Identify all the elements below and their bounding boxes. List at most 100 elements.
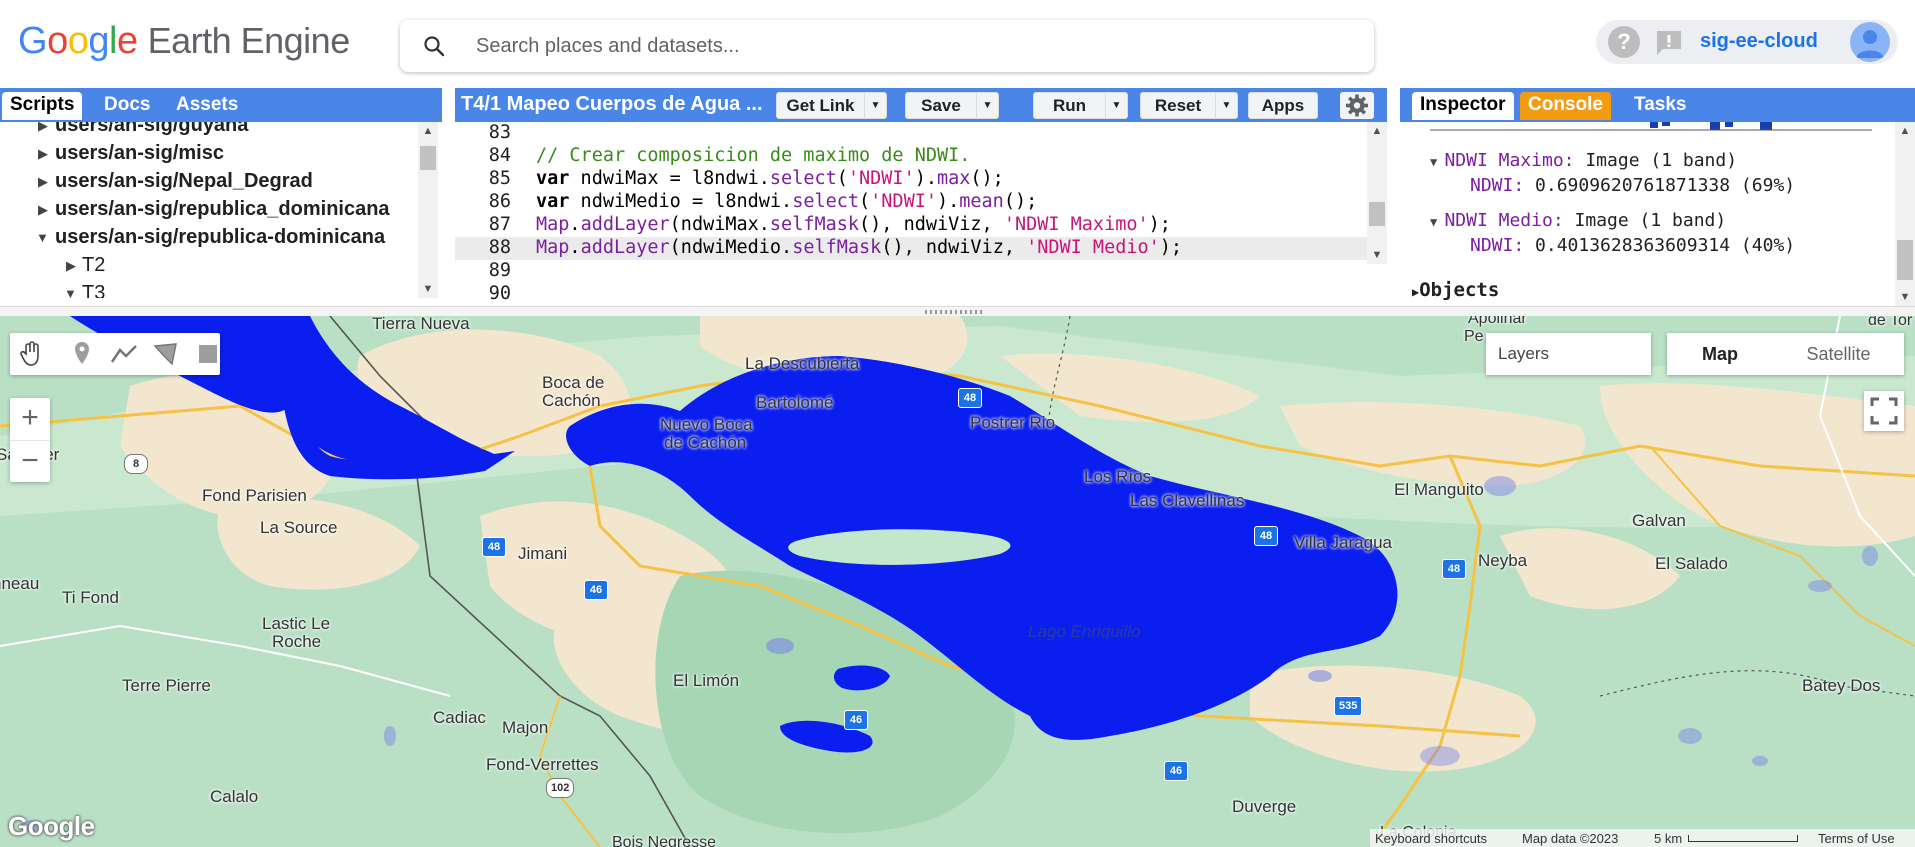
panel-splitter[interactable] <box>0 306 1915 316</box>
line-tool-icon[interactable] <box>108 338 140 370</box>
chevron-down-icon[interactable]: ▼ <box>1430 215 1444 229</box>
tab-assets[interactable]: Assets <box>168 92 246 120</box>
earth-engine-logo[interactable]: Google Earth Engine <box>18 20 350 63</box>
chevron-down-icon[interactable]: ▼ <box>864 93 886 118</box>
tab-console[interactable]: Console <box>1520 92 1611 120</box>
map-view[interactable]: Tierra Nueva La Descubierta Boca de Cach… <box>0 316 1915 847</box>
tab-tasks[interactable]: Tasks <box>1626 92 1694 120</box>
account-avatar[interactable] <box>1850 22 1890 62</box>
feedback-icon[interactable] <box>1654 28 1684 56</box>
place-label: Lastic Le <box>262 614 331 633</box>
chevron-down-icon[interactable]: ▼ <box>1430 155 1444 169</box>
chevron-down-icon[interactable]: ▼ <box>1215 93 1237 118</box>
save-button[interactable]: Save ▼ <box>905 92 999 119</box>
place-label: Calalo <box>210 787 259 806</box>
terms-of-use-link[interactable]: Terms of Use <box>1818 831 1895 846</box>
code-area[interactable]: 83 84 // Crear composicion de maximo de N… <box>455 122 1367 306</box>
code-line[interactable]: 83 <box>455 122 1367 145</box>
run-button[interactable]: Run ▼ <box>1033 92 1128 119</box>
tree-item-user[interactable]: ▶ users/an-sig/guyana <box>0 122 418 140</box>
map-type-satellite-button[interactable]: Satellite <box>1773 333 1904 375</box>
highway-shield: 102 <box>546 778 575 798</box>
scroll-down-arrow-icon[interactable]: ▼ <box>1367 246 1387 264</box>
zoom-out-button[interactable]: − <box>10 440 50 482</box>
drag-handle-icon[interactable] <box>925 310 985 314</box>
scroll-down-arrow-icon[interactable]: ▼ <box>1895 288 1915 306</box>
line-number: 88 <box>488 237 511 258</box>
editor-vertical-scrollbar[interactable]: ▲ ▼ <box>1367 122 1387 264</box>
chevron-down-icon[interactable]: ▼ <box>976 93 998 118</box>
fullscreen-button[interactable] <box>1864 391 1904 431</box>
polygon-tool-icon[interactable] <box>150 338 182 370</box>
tree-item-user[interactable]: ▶ users/an-sig/republica_dominicana <box>0 196 418 224</box>
scroll-up-arrow-icon[interactable]: ▲ <box>418 122 438 140</box>
objects-section[interactable]: ▶Objects <box>1412 279 1499 301</box>
code-line-current[interactable]: 88 Map.addLayer(ndwiMedio.selfMask(), ndw… <box>455 237 1367 260</box>
place-label: Fond-Verrettes <box>486 755 599 774</box>
code-line[interactable]: 86 var ndwiMedio = l8ndwi.select('NDWI').… <box>455 191 1367 214</box>
scroll-thumb[interactable] <box>1369 202 1385 226</box>
tree-item-folder[interactable]: ▶ T2 <box>0 252 418 280</box>
place-label: Neyba <box>1478 551 1528 570</box>
chevron-right-icon[interactable]: ▶ <box>38 174 48 190</box>
scroll-thumb[interactable] <box>1897 240 1913 280</box>
scripts-scrollbar[interactable]: ▲ ▼ <box>418 122 438 298</box>
place-label: Bartolomé <box>756 393 834 412</box>
google-watermark: Google <box>8 811 95 841</box>
tree-item-label: users/an-sig/republica_dominicana <box>55 198 390 220</box>
chevron-right-icon[interactable]: ▶ <box>38 122 48 134</box>
line-number: 83 <box>488 122 511 143</box>
code-line[interactable]: 89 <box>455 260 1367 283</box>
highway-shield: 8 <box>124 454 148 474</box>
chevron-down-icon[interactable]: ▼ <box>64 286 77 298</box>
drawing-tools <box>10 333 220 375</box>
inspector-layer-row[interactable]: ▼ NDWI Maximo: Image (1 band) <box>1430 150 1737 171</box>
rectangle-tool-icon[interactable] <box>192 338 224 370</box>
keyboard-shortcuts-link[interactable]: Keyboard shortcuts <box>1375 831 1487 846</box>
search-input[interactable] <box>476 32 1336 60</box>
inspector-scrollbar[interactable]: ▲ ▼ <box>1895 122 1915 306</box>
code-line[interactable]: 84 // Crear composicion de maximo de NDWI… <box>455 145 1367 168</box>
reset-button[interactable]: Reset ▼ <box>1140 92 1238 119</box>
pan-hand-icon[interactable] <box>16 338 48 370</box>
chevron-down-icon[interactable]: ▼ <box>1105 93 1127 118</box>
scale-label[interactable]: 5 km <box>1654 831 1682 846</box>
scroll-thumb[interactable] <box>420 146 436 170</box>
inspector-layer-row[interactable]: ▼ NDWI Medio: Image (1 band) <box>1430 210 1726 231</box>
code-line[interactable]: 90 <box>455 283 1367 306</box>
tree-item-user[interactable]: ▶ users/an-sig/Nepal_Degrad <box>0 168 418 196</box>
scroll-down-arrow-icon[interactable]: ▼ <box>418 280 438 298</box>
map-type-map-button[interactable]: Map <box>1667 333 1773 375</box>
chevron-right-icon[interactable]: ▶ <box>38 202 48 218</box>
tab-scripts[interactable]: Scripts <box>2 92 83 120</box>
marker-icon[interactable] <box>66 338 98 370</box>
place-label: de Cachón <box>664 433 747 452</box>
apps-button[interactable]: Apps <box>1248 92 1318 119</box>
code-line[interactable]: 87 Map.addLayer(ndwiMax.selfMask(), ndwiV… <box>455 214 1367 237</box>
help-icon[interactable]: ? <box>1608 26 1640 58</box>
layers-button[interactable]: Layers <box>1486 333 1651 375</box>
fullscreen-icon <box>1870 397 1898 425</box>
search-box[interactable] <box>400 20 1374 72</box>
scroll-up-arrow-icon[interactable]: ▲ <box>1367 122 1387 140</box>
code-text: Map.addLayer(ndwiMax.selfMask(), ndwiViz… <box>536 214 1171 235</box>
scroll-up-arrow-icon[interactable]: ▲ <box>1895 122 1915 140</box>
tree-item-user[interactable]: ▼ users/an-sig/republica-dominicana <box>0 224 418 252</box>
chevron-right-icon[interactable]: ▶ <box>38 146 48 162</box>
tab-docs[interactable]: Docs <box>96 92 158 120</box>
zoom-in-button[interactable]: + <box>10 398 50 440</box>
line-number: 89 <box>488 260 511 281</box>
get-link-button[interactable]: Get Link ▼ <box>776 92 887 119</box>
settings-button[interactable] <box>1340 92 1374 119</box>
code-line[interactable]: 85 var ndwiMax = l8ndwi.select('NDWI').ma… <box>455 168 1367 191</box>
project-selector[interactable]: sig-ee-cloud <box>1700 30 1818 53</box>
code-text: var ndwiMedio = l8ndwi.select('NDWI').me… <box>536 191 1038 212</box>
chevron-down-icon[interactable]: ▼ <box>36 230 49 245</box>
place-label: Terre Pierre <box>122 676 211 695</box>
highway-shield: 48 <box>1254 526 1278 546</box>
tab-inspector[interactable]: Inspector <box>1412 92 1514 120</box>
tree-item-user[interactable]: ▶ users/an-sig/misc <box>0 140 418 168</box>
chevron-right-icon[interactable]: ▶ <box>66 258 76 274</box>
tree-item-folder[interactable]: ▼ T3 <box>0 280 418 298</box>
script-file-title[interactable]: T4/1 Mapeo Cuerpos de Agua ... <box>461 93 763 116</box>
